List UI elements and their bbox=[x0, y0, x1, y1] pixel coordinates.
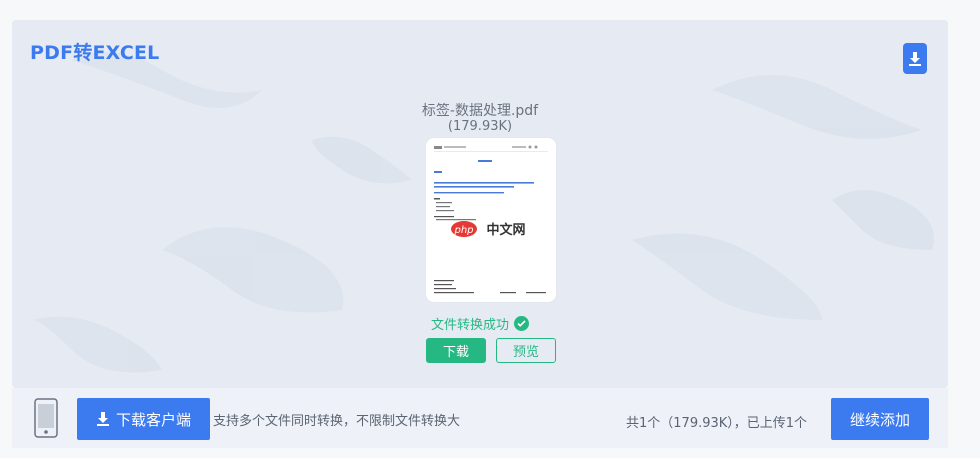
download-icon bbox=[909, 51, 921, 66]
check-circle-icon bbox=[514, 316, 529, 331]
conversion-status: 文件转换成功 bbox=[12, 314, 948, 333]
svg-text:中文网: 中文网 bbox=[486, 222, 525, 238]
preview-button[interactable]: 预览 bbox=[496, 338, 556, 363]
file-thumbnail[interactable]: php 中文网 bbox=[426, 138, 556, 302]
file-size: (179.93K) bbox=[447, 119, 513, 134]
page-title: PDF转EXCEL bbox=[30, 42, 160, 64]
download-client-label: 下载客户端 bbox=[115, 410, 191, 429]
bottom-toolbar: 下载客户端 支持多个文件同时转换，不限制文件转换大 共1个（179.93K），已… bbox=[12, 388, 948, 448]
file-name: 标签-数据处理.pdf bbox=[421, 103, 539, 119]
download-client-button[interactable]: 下载客户端 bbox=[77, 398, 210, 440]
continue-add-button[interactable]: 继续添加 bbox=[831, 398, 929, 440]
converter-panel: PDF转EXCEL 标签-数据处理.pdf (179.93K) php 中文网 … bbox=[12, 20, 948, 388]
support-text: 支持多个文件同时转换，不限制文件转换大 bbox=[213, 414, 461, 429]
download-all-button[interactable] bbox=[903, 43, 927, 74]
phone-icon bbox=[34, 398, 58, 438]
svg-text:php: php bbox=[453, 225, 473, 236]
document-preview: php 中文网 bbox=[434, 145, 548, 294]
status-text: 文件转换成功 bbox=[430, 318, 509, 333]
download-button[interactable]: 下载 bbox=[426, 338, 486, 363]
upload-count: 共1个（179.93K），已上传1个 bbox=[626, 416, 808, 431]
watermark-logo: php 中文网 bbox=[451, 221, 526, 238]
download-icon bbox=[96, 412, 109, 426]
file-actions: 下载 预览 bbox=[426, 338, 556, 363]
